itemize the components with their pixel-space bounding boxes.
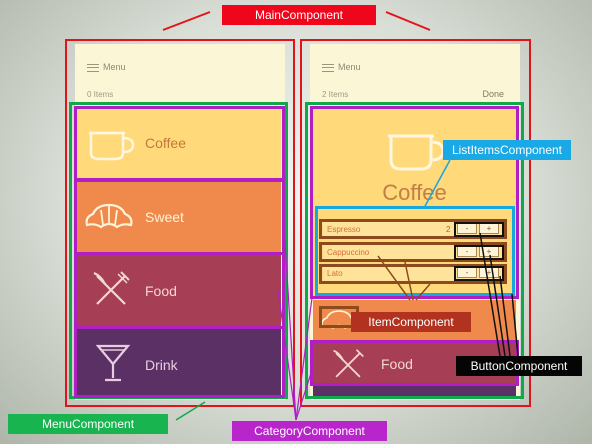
plus-button[interactable]: + (479, 267, 499, 278)
minus-button[interactable]: - (457, 223, 477, 234)
category-label: Food (145, 283, 177, 299)
left-menu-bar: Menu 0 Items (75, 44, 285, 106)
item-component-label: ItemComponent (351, 312, 471, 332)
category-food[interactable]: Food (77, 254, 281, 326)
category-label: Drink (145, 357, 178, 373)
fork-knife-icon (333, 349, 364, 378)
category-label: Food (381, 356, 413, 372)
menu-component-label: MenuComponent (8, 414, 168, 434)
category-drink-peek[interactable] (313, 386, 516, 398)
plus-button[interactable]: + (479, 223, 499, 234)
done-button[interactable]: Done (482, 89, 504, 99)
coffee-cup-icon (89, 131, 135, 161)
item-row-espresso: Espresso 2 - + (323, 222, 503, 237)
main-component-label: MainComponent (222, 5, 376, 25)
category-title: Coffee (382, 180, 447, 205)
right-menu-bar: Menu 2 Items Done (310, 44, 520, 106)
category-label: Sweet (145, 209, 184, 225)
croissant-icon (85, 203, 133, 229)
minus-button[interactable]: - (457, 246, 477, 257)
fork-knife-icon (93, 271, 130, 305)
coffee-cup-icon (388, 134, 445, 171)
menu-label[interactable]: Menu (103, 62, 126, 72)
item-name: Lato (327, 269, 343, 278)
menu-label[interactable]: Menu (338, 62, 361, 72)
item-name: Espresso (327, 225, 361, 234)
item-count: 2 Items (322, 90, 349, 99)
item-count: 0 Items (87, 90, 114, 99)
hamburger-menu-icon[interactable] (322, 64, 334, 72)
category-component-label: CategoryComponent (232, 421, 387, 441)
list-items-component-label: ListItemsComponent (443, 140, 571, 160)
button-component-label: ButtonComponent (456, 356, 582, 376)
cocktail-glass-icon (95, 344, 131, 382)
plus-button[interactable]: + (479, 246, 499, 257)
category-label: Coffee (145, 135, 186, 151)
item-name: Cappuccino (327, 248, 370, 257)
item-row-cappuccino: Cappuccino - + (323, 245, 503, 260)
category-coffee[interactable]: Coffee (77, 108, 281, 179)
item-quantity: 2 (446, 225, 451, 234)
category-sweet[interactable]: Sweet (77, 181, 281, 252)
hamburger-menu-icon[interactable] (87, 64, 99, 72)
item-row-lato: Lato - + (323, 266, 503, 281)
minus-button[interactable]: - (457, 267, 477, 278)
category-drink[interactable]: Drink (77, 328, 281, 396)
